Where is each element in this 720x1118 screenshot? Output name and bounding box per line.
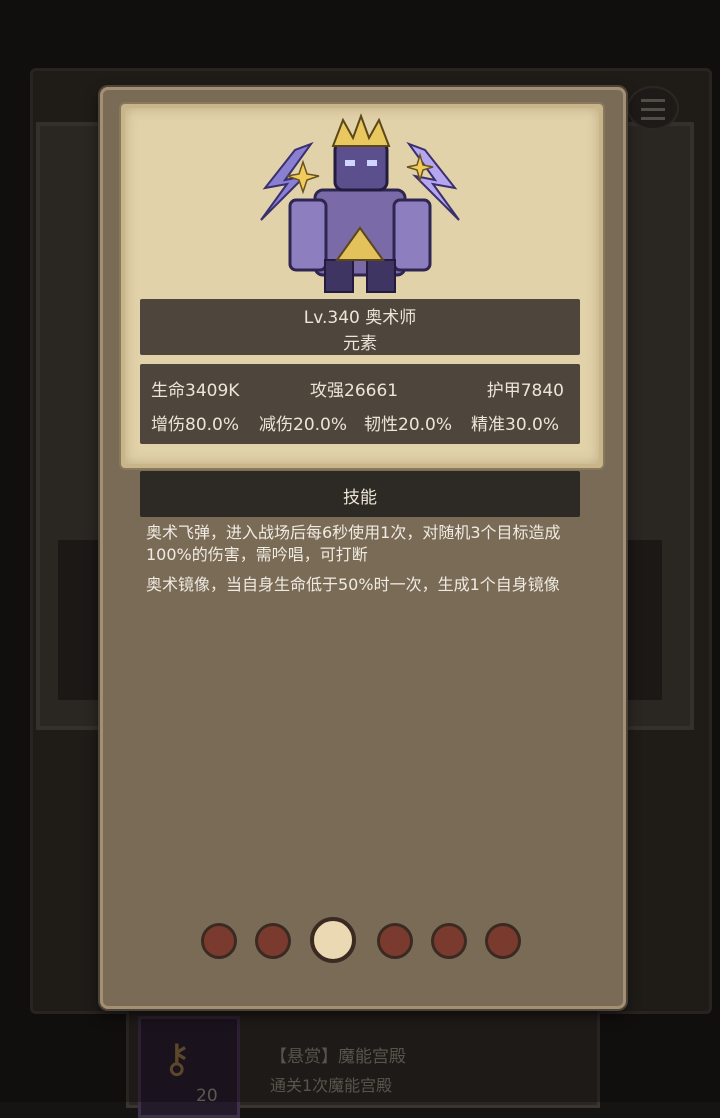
- page-dot-6[interactable]: [485, 923, 521, 959]
- skills-header-label: 技能: [343, 488, 377, 508]
- stat-armor: 护甲7840: [486, 381, 564, 401]
- monster-level-name: Lv.340 奥术师: [303, 308, 417, 328]
- stat-toughness: 韧性20.0%: [364, 415, 453, 435]
- arcanist-portrait-icon: [260, 113, 460, 293]
- page-dot-4[interactable]: [377, 923, 413, 959]
- stat-attack: 攻强26661: [310, 381, 399, 401]
- skill-description-1: 奥术飞弹，进入战场后每6秒使用1次，对随机3个目标造成100%的伤害，需吟唱，可…: [146, 523, 561, 564]
- page-dot-5[interactable]: [431, 923, 467, 959]
- stat-hp: 生命3409K: [151, 381, 240, 401]
- stat-damage-bonus: 增伤80.0%: [151, 415, 240, 435]
- page-dot-2[interactable]: [255, 923, 291, 959]
- page-dot-3[interactable]: [310, 917, 356, 963]
- monster-name-plate: Lv.340 奥术师 元素: [140, 299, 580, 355]
- monster-element: 元素: [343, 334, 377, 354]
- page-dot-1[interactable]: [201, 923, 237, 959]
- stat-damage-reduction: 减伤20.0%: [259, 415, 348, 435]
- stat-accuracy: 精准30.0%: [471, 415, 560, 435]
- monster-stats: 生命3409K 攻强26661 护甲7840 增伤80.0% 减伤20.0% 韧…: [140, 364, 580, 444]
- skill-description-2: 奥术镜像，当自身生命低于50%时一次，生成1个自身镜像: [146, 575, 560, 594]
- skills-header: 技能: [140, 471, 580, 517]
